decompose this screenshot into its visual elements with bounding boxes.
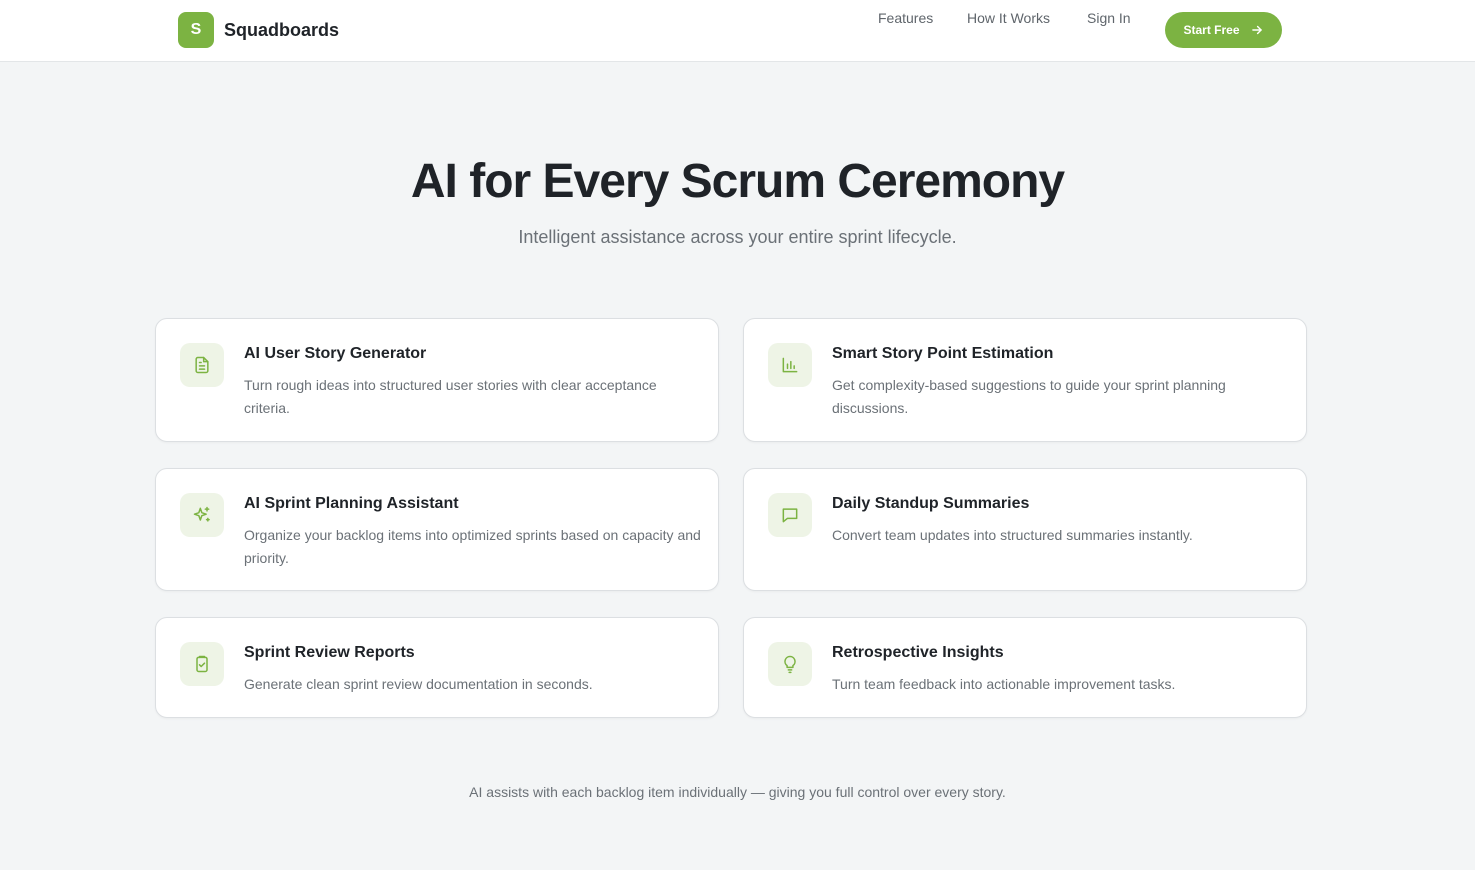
nav-link-sign-in[interactable]: Sign In — [1087, 0, 1131, 36]
top-navigation-bar: S Squadboards Features How It Works Sign… — [0, 0, 1475, 62]
feature-card-daily-standup-summaries: Daily Standup Summaries Convert team upd… — [743, 468, 1307, 591]
feature-title: AI User Story Generator — [244, 345, 427, 362]
feature-title: AI Sprint Planning Assistant — [244, 495, 459, 512]
feature-card-retrospective-insights: Retrospective Insights Turn team feedbac… — [743, 617, 1307, 718]
clipboard-check-icon — [180, 642, 224, 686]
feature-card-story-point-estimation: Smart Story Point Estimation Get complex… — [743, 318, 1307, 442]
feature-description: Generate clean sprint review documentati… — [244, 676, 593, 692]
feature-description: Turn rough ideas into structured user st… — [244, 377, 657, 416]
brand[interactable]: S Squadboards — [178, 12, 339, 48]
feature-title: Sprint Review Reports — [244, 644, 415, 661]
brand-logo: S — [178, 12, 214, 48]
footnote: AI assists with each backlog item indivi… — [469, 784, 1006, 800]
sparkles-icon — [180, 493, 224, 537]
feature-description: Get complexity-based suggestions to guid… — [832, 377, 1226, 416]
lightbulb-icon — [768, 642, 812, 686]
hero-title: AI for Every Scrum Ceremony — [410, 155, 1065, 208]
document-icon — [180, 343, 224, 387]
arrow-right-icon — [1250, 23, 1264, 37]
brand-name: Squadboards — [224, 19, 340, 40]
feature-card-sprint-review-reports: Sprint Review Reports Generate clean spr… — [155, 617, 719, 718]
nav-link-how-it-works[interactable]: How It Works — [967, 0, 1050, 36]
nav-link-features[interactable]: Features — [878, 0, 933, 36]
feature-description: Organize your backlog items into optimiz… — [244, 527, 701, 566]
start-free-button[interactable]: Start Free — [1165, 12, 1282, 48]
bar-chart-icon — [768, 343, 812, 387]
start-free-label: Start Free — [1183, 23, 1240, 37]
feature-description: Turn team feedback into actionable impro… — [832, 676, 1176, 692]
feature-title: Daily Standup Summaries — [832, 495, 1030, 512]
hero-subtitle: Intelligent assistance across your entir… — [518, 227, 957, 247]
feature-title: Retrospective Insights — [832, 644, 1004, 661]
feature-card-sprint-planning-assistant: AI Sprint Planning Assistant Organize yo… — [155, 468, 719, 591]
feature-title: Smart Story Point Estimation — [832, 345, 1054, 362]
feature-card-user-story-generator: AI User Story Generator Turn rough ideas… — [155, 318, 719, 442]
feature-description: Convert team updates into structured sum… — [832, 527, 1193, 543]
message-icon — [768, 493, 812, 537]
